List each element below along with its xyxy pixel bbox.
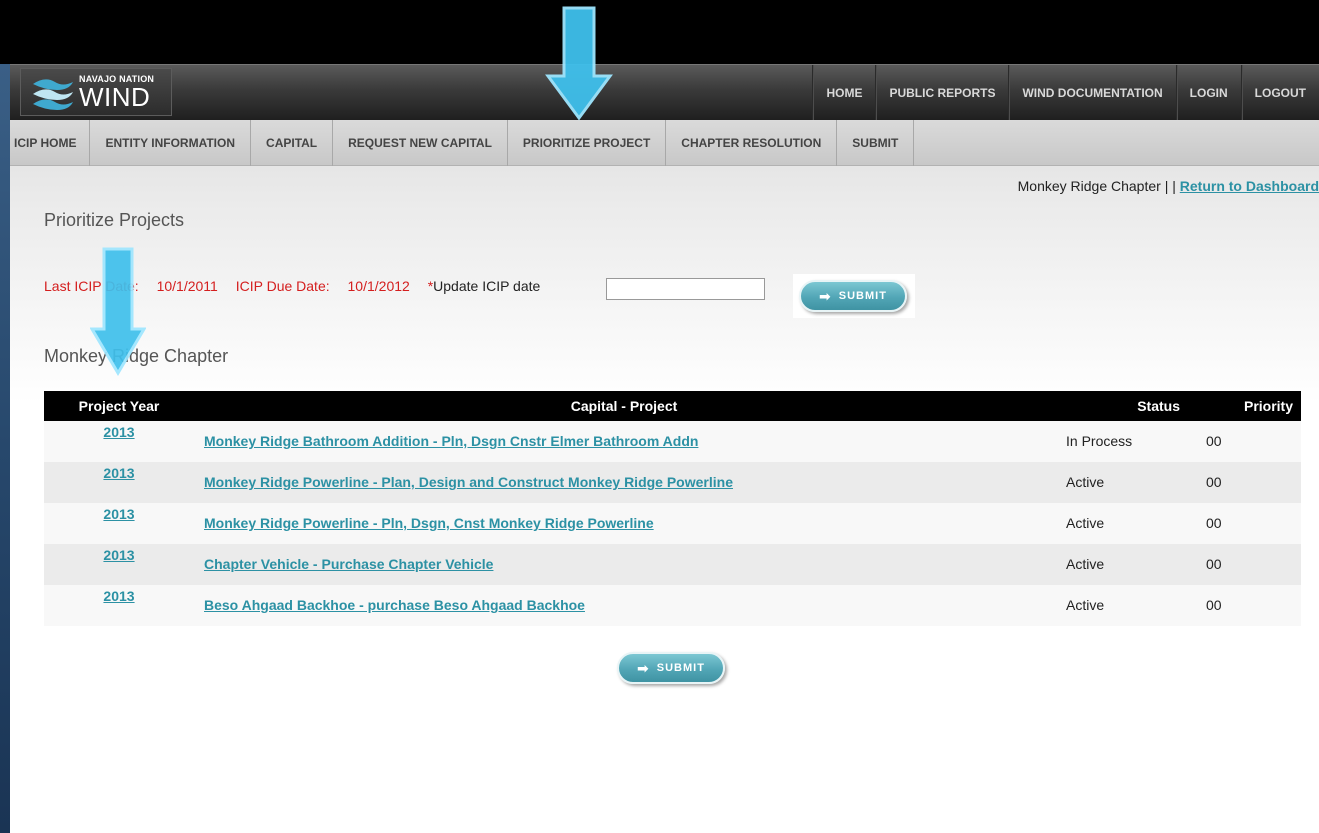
tab-entity-information[interactable]: ENTITY INFORMATION xyxy=(90,120,252,166)
project-priority: 00 xyxy=(1194,503,1301,544)
icip-due-value: 10/1/2012 xyxy=(347,278,410,294)
submit-label: SUBMIT xyxy=(656,662,705,674)
browser-page: NAVAJO NATION WIND HOME PUBLIC REPORTS W… xyxy=(10,64,1319,833)
project-link[interactable]: Chapter Vehicle - Purchase Chapter Vehic… xyxy=(204,556,493,572)
project-link[interactable]: Beso Ahgaad Backhoe - purchase Beso Ahga… xyxy=(204,597,585,613)
project-year-link[interactable]: 2013 xyxy=(103,588,134,604)
project-link[interactable]: Monkey Ridge Powerline - Plan, Design an… xyxy=(204,474,733,490)
chapter-name: Monkey Ridge Chapter | | xyxy=(1017,178,1176,194)
project-priority: 00 xyxy=(1194,421,1301,462)
chapter-breadcrumb: Monkey Ridge Chapter | | Return to Dashb… xyxy=(1018,178,1319,194)
project-link[interactable]: Monkey Ridge Powerline - Pln, Dsgn, Cnst… xyxy=(204,515,654,531)
project-status: Active xyxy=(1054,544,1194,585)
submit-button-wrap: ➡ SUBMIT xyxy=(793,274,915,318)
last-icip-value: 10/1/2011 xyxy=(156,278,218,294)
nav-public-reports[interactable]: PUBLIC REPORTS xyxy=(875,65,1008,121)
col-priority: Priority xyxy=(1194,391,1301,421)
page-title: Prioritize Projects xyxy=(44,210,185,230)
tab-submit[interactable]: SUBMIT xyxy=(837,120,915,166)
project-priority: 00 xyxy=(1194,544,1301,585)
header-bar: NAVAJO NATION WIND HOME PUBLIC REPORTS W… xyxy=(10,64,1319,121)
down-arrow-icon xyxy=(90,247,146,376)
wind-logo[interactable]: NAVAJO NATION WIND xyxy=(20,68,172,116)
update-date-submit-button[interactable]: ➡ SUBMIT xyxy=(799,280,907,312)
logo-title: WIND xyxy=(79,82,151,112)
project-priority: 00 xyxy=(1194,462,1301,503)
table-header-row: Project Year Capital - Project Status Pr… xyxy=(44,391,1301,421)
save-priorities-submit-button[interactable]: ➡ SUBMIT xyxy=(617,652,725,684)
project-status: In Process xyxy=(1054,421,1194,462)
nav-home[interactable]: HOME xyxy=(812,65,875,121)
project-year-link[interactable]: 2013 xyxy=(103,547,134,563)
nav-login[interactable]: LOGIN xyxy=(1175,65,1241,121)
project-year-link[interactable]: 2013 xyxy=(103,424,134,440)
tab-icip-home[interactable]: ICIP HOME xyxy=(10,120,91,166)
update-icip-date-input[interactable] xyxy=(606,278,765,300)
nav-wind-documentation[interactable]: WIND DOCUMENTATION xyxy=(1008,65,1175,121)
project-priority: 00 xyxy=(1194,585,1301,626)
return-to-dashboard-link[interactable]: Return to Dashboard xyxy=(1180,178,1319,194)
table-row: 2013 Beso Ahgaad Backhoe - purchase Beso… xyxy=(44,585,1301,626)
wave-logo-icon xyxy=(33,79,73,110)
icip-due-label: ICIP Due Date: xyxy=(235,278,330,294)
project-status: Active xyxy=(1054,503,1194,544)
nav-logout[interactable]: LOGOUT xyxy=(1240,65,1319,121)
table-row: 2013 Monkey Ridge Bathroom Addition - Pl… xyxy=(44,421,1301,462)
col-project-year: Project Year xyxy=(44,391,194,421)
project-year-link[interactable]: 2013 xyxy=(103,465,134,481)
update-icip-label: Update ICIP date xyxy=(433,278,541,294)
col-capital-project: Capital - Project xyxy=(194,391,1054,421)
tab-prioritize-project[interactable]: PRIORITIZE PROJECT xyxy=(508,120,667,166)
tab-request-new-capital[interactable]: REQUEST NEW CAPITAL xyxy=(333,120,508,166)
down-arrow-icon xyxy=(545,6,613,121)
tab-chapter-resolution[interactable]: CHAPTER RESOLUTION xyxy=(666,120,838,166)
right-arrow-icon: ➡ xyxy=(637,659,650,676)
project-status: Active xyxy=(1054,585,1194,626)
submit-label: SUBMIT xyxy=(838,290,887,302)
tab-capital[interactable]: CAPITAL xyxy=(251,120,334,166)
table-row: 2013 Monkey Ridge Powerline - Plan, Desi… xyxy=(44,462,1301,503)
project-year-link[interactable]: 2013 xyxy=(103,506,134,522)
right-arrow-icon: ➡ xyxy=(819,287,832,304)
project-link[interactable]: Monkey Ridge Bathroom Addition - Pln, Ds… xyxy=(204,433,698,449)
col-status: Status xyxy=(1054,391,1194,421)
table-row: 2013 Monkey Ridge Powerline - Pln, Dsgn,… xyxy=(44,503,1301,544)
icip-subnav: ICIP HOME ENTITY INFORMATION CAPITAL REQ… xyxy=(10,120,1319,166)
top-nav: HOME PUBLIC REPORTS WIND DOCUMENTATION L… xyxy=(812,65,1319,121)
project-status: Active xyxy=(1054,462,1194,503)
table-row: 2013 Chapter Vehicle - Purchase Chapter … xyxy=(44,544,1301,585)
projects-table: Project Year Capital - Project Status Pr… xyxy=(44,391,1301,626)
